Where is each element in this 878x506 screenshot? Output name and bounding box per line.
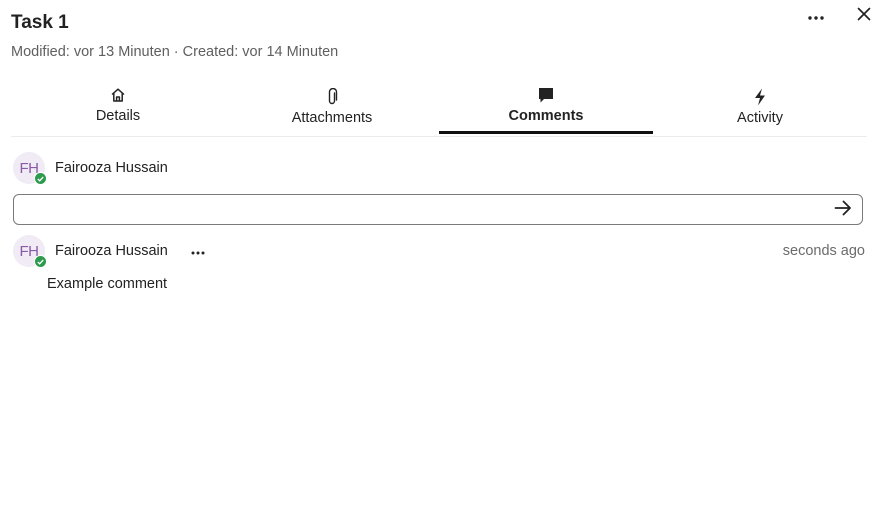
tab-bar: Details Attachments Comments Activity xyxy=(11,78,867,137)
lightning-icon xyxy=(754,86,766,108)
composer-user-name: Fairooza Hussain xyxy=(55,160,168,176)
comment-author: Fairooza Hussain xyxy=(55,243,168,259)
tab-label: Comments xyxy=(508,108,584,124)
comment-input[interactable] xyxy=(14,195,814,224)
online-status-icon xyxy=(34,172,47,185)
task-meta: Modified: vor 13 Minuten · Created: vor … xyxy=(11,44,339,60)
comment-timestamp: seconds ago xyxy=(782,243,865,259)
avatar: FH xyxy=(13,152,47,185)
tab-label: Activity xyxy=(737,110,783,126)
more-horizontal-icon xyxy=(191,242,205,260)
paperclip-icon xyxy=(326,86,338,108)
close-icon xyxy=(857,7,871,26)
online-status-icon xyxy=(34,255,47,268)
send-comment-button[interactable] xyxy=(832,199,854,221)
tab-comments[interactable]: Comments xyxy=(439,78,653,136)
home-icon xyxy=(110,84,126,106)
task-title: Task 1 xyxy=(11,12,69,33)
avatar: FH xyxy=(13,235,47,268)
tab-label: Details xyxy=(95,108,141,124)
tab-attachments[interactable]: Attachments xyxy=(225,78,439,136)
arrow-right-icon xyxy=(834,200,852,221)
tab-activity[interactable]: Activity xyxy=(653,78,867,136)
close-button[interactable] xyxy=(852,4,876,28)
tab-label: Attachments xyxy=(291,110,373,126)
tab-details[interactable]: Details xyxy=(11,78,225,136)
comment-icon xyxy=(537,84,555,106)
comment-input-box xyxy=(13,194,863,225)
comment-more-button[interactable] xyxy=(187,240,209,262)
comment-text: Example comment xyxy=(47,276,168,292)
more-horizontal-icon xyxy=(808,7,824,25)
more-options-button[interactable] xyxy=(804,4,828,28)
